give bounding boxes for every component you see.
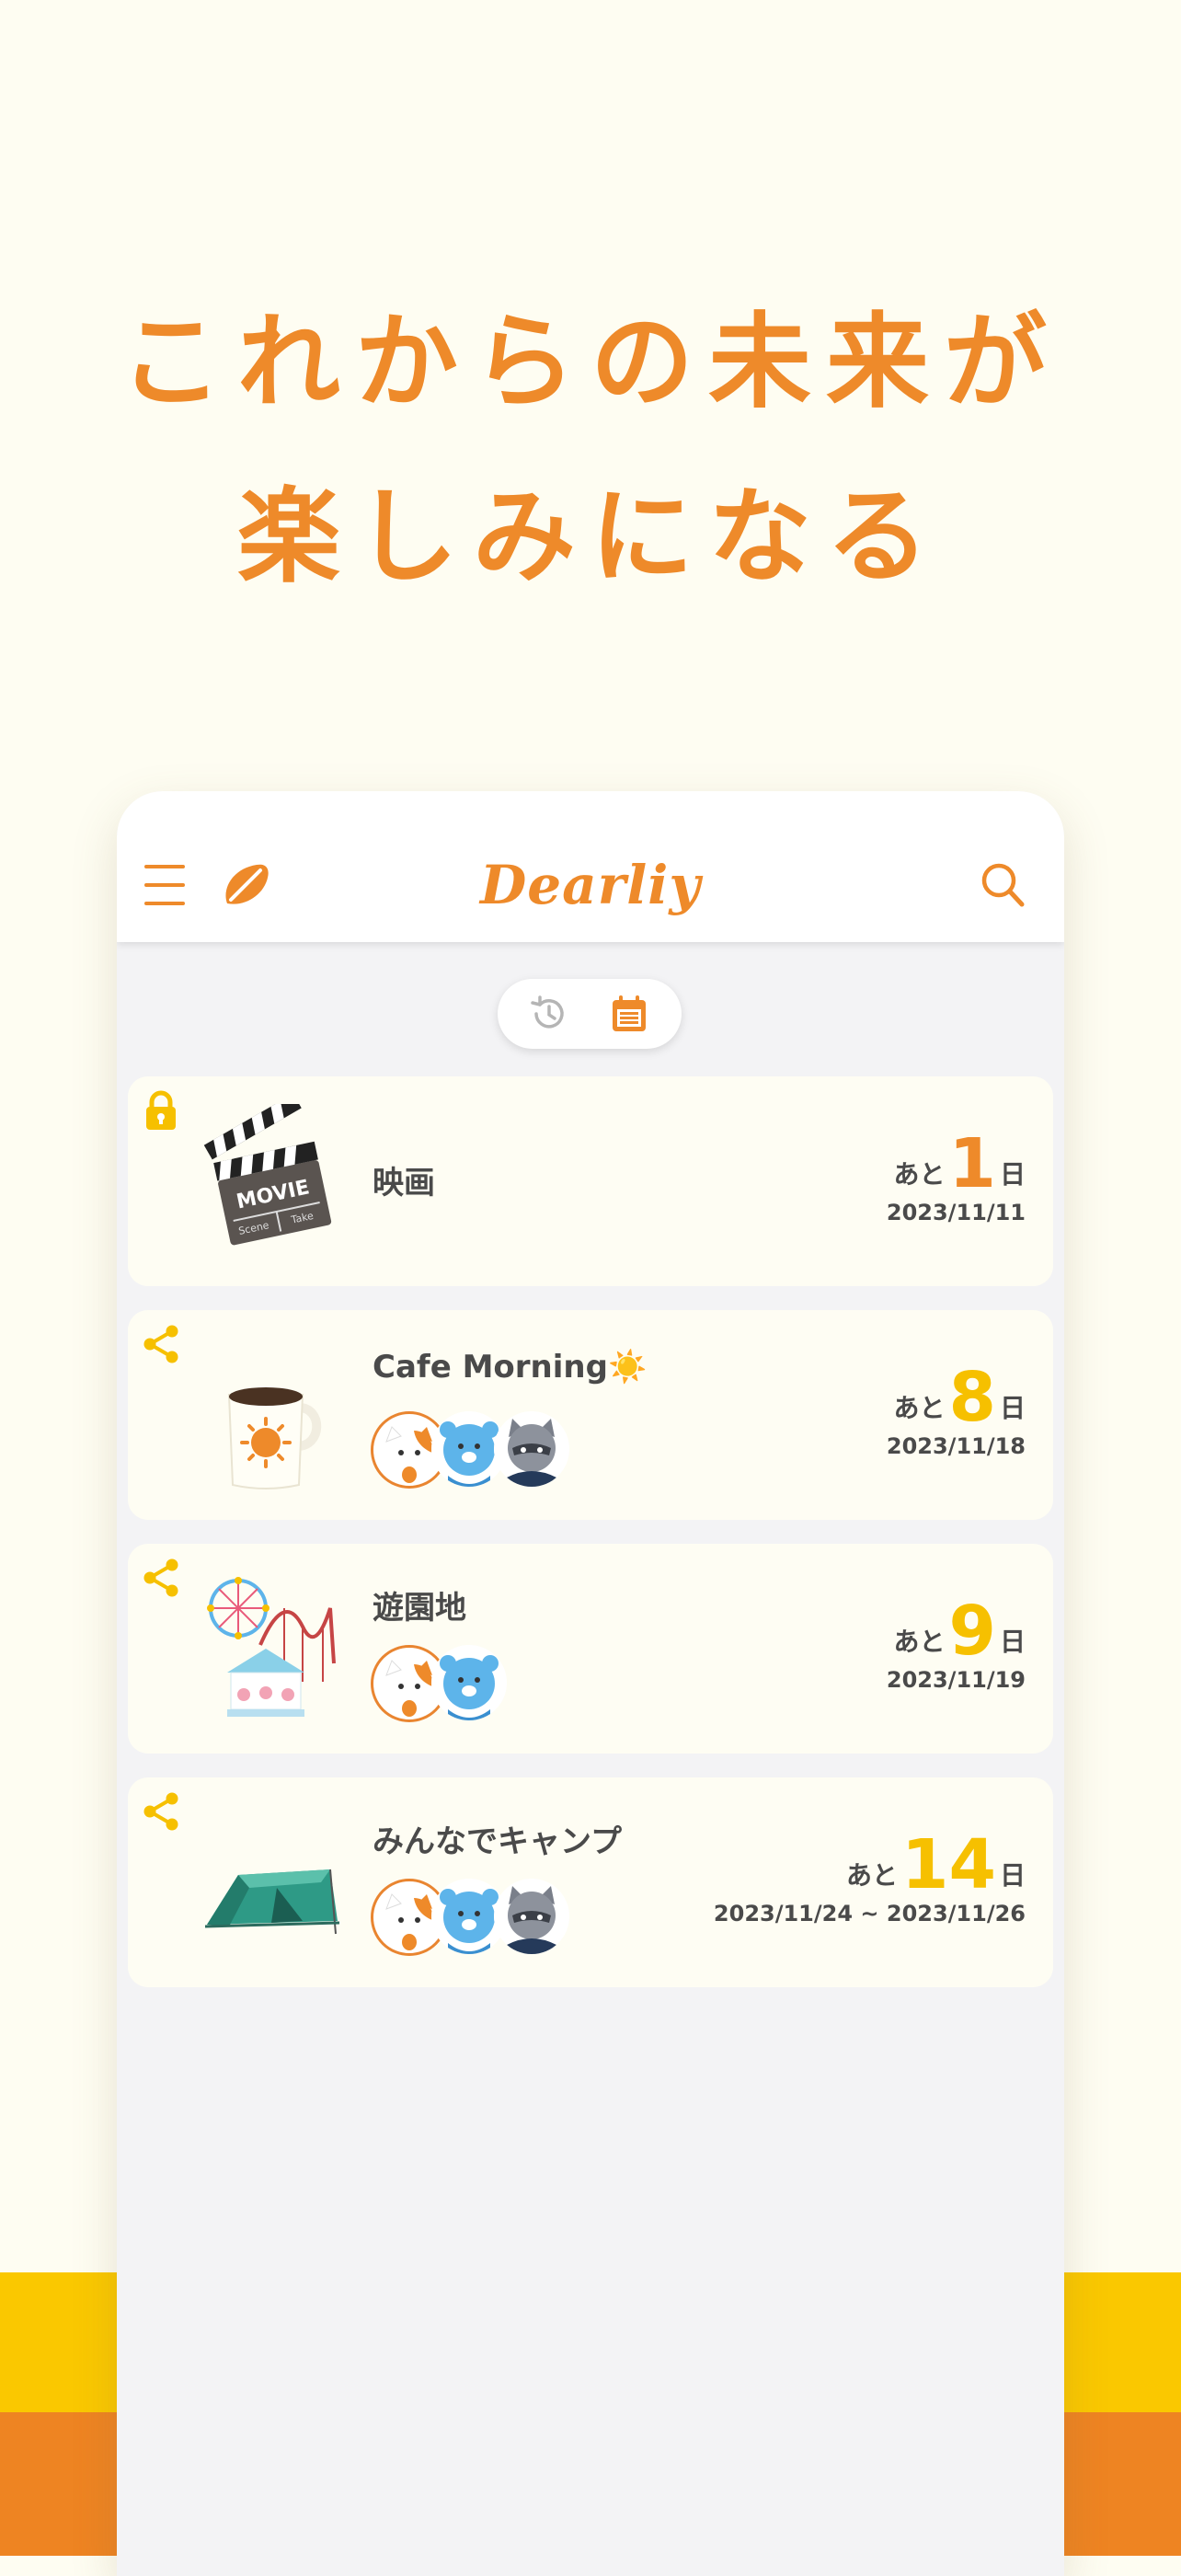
event-date: 2023/11/24 ~ 2023/11/26 — [713, 1901, 1026, 1926]
app-screen: Dearliy MOVIE Scene Take 映画 あと1 日 2023/1… — [117, 791, 1064, 2576]
coffee-mug-image — [227, 1387, 322, 1489]
countdown-prefix: あと — [893, 1393, 946, 1423]
days-remaining: 8 — [948, 1358, 996, 1437]
share-icon[interactable] — [141, 1323, 181, 1365]
event-title: 遊園地 — [373, 1590, 466, 1627]
view-toggle — [498, 979, 682, 1049]
countdown-prefix: あと — [893, 1627, 946, 1657]
countdown-suffix: 日 — [999, 1627, 1026, 1657]
headline-line-2: 楽しみになる — [237, 477, 944, 597]
countdown-suffix: 日 — [999, 1159, 1026, 1190]
avatar-raccoon — [494, 1879, 569, 1954]
countdown: あと14 日 2023/11/24 ~ 2023/11/26 — [713, 1831, 1026, 1926]
event-date: 2023/11/19 — [886, 1667, 1026, 1693]
countdown-prefix: あと — [845, 1860, 898, 1891]
headline-line-1: これからの未来が — [120, 303, 1061, 422]
countdown-prefix: あと — [893, 1159, 946, 1190]
lock-icon — [146, 1090, 176, 1130]
search-icon[interactable] — [980, 861, 1026, 909]
event-title: みんなでキャンプ — [373, 1823, 622, 1860]
share-icon[interactable] — [141, 1790, 181, 1833]
days-remaining: 9 — [948, 1592, 996, 1671]
event-title: Cafe Morning☀️ — [373, 1349, 648, 1386]
countdown-suffix: 日 — [999, 1393, 1026, 1423]
amusement-park-image — [207, 1577, 336, 1717]
countdown: あと8 日 2023/11/18 — [886, 1363, 1026, 1459]
avatar-blue-bear — [431, 1645, 507, 1720]
event-title: 映画 — [373, 1165, 435, 1202]
event-card[interactable]: 遊園地 あと9 日 2023/11/19 — [128, 1544, 1053, 1754]
event-card[interactable]: MOVIE Scene Take 映画 あと1 日 2023/11/11 — [128, 1076, 1053, 1286]
event-card[interactable]: Cafe Morning☀️ あと8 日 2023/11/18 — [128, 1310, 1053, 1520]
countdown-suffix: 日 — [999, 1860, 1026, 1891]
days-remaining: 1 — [948, 1124, 996, 1203]
history-icon[interactable] — [529, 994, 569, 1034]
avatar-raccoon — [494, 1411, 569, 1487]
camping-tent-image — [204, 1869, 339, 1935]
event-date: 2023/11/18 — [886, 1433, 1026, 1459]
event-date: 2023/11/11 — [886, 1200, 1026, 1225]
event-card[interactable]: みんなでキャンプ あと14 日 2023/11/24 ~ 2023/11/26 — [128, 1777, 1053, 1987]
movie-clapperboard-image: MOVIE Scene Take — [203, 1104, 332, 1246]
share-icon[interactable] — [141, 1557, 181, 1599]
days-remaining: 14 — [901, 1825, 996, 1904]
countdown: あと1 日 2023/11/11 — [886, 1130, 1026, 1225]
app-bar: Dearliy — [117, 791, 1064, 942]
countdown: あと9 日 2023/11/19 — [886, 1597, 1026, 1693]
calendar-icon[interactable] — [610, 994, 648, 1034]
app-logo: Dearliy — [479, 854, 702, 916]
